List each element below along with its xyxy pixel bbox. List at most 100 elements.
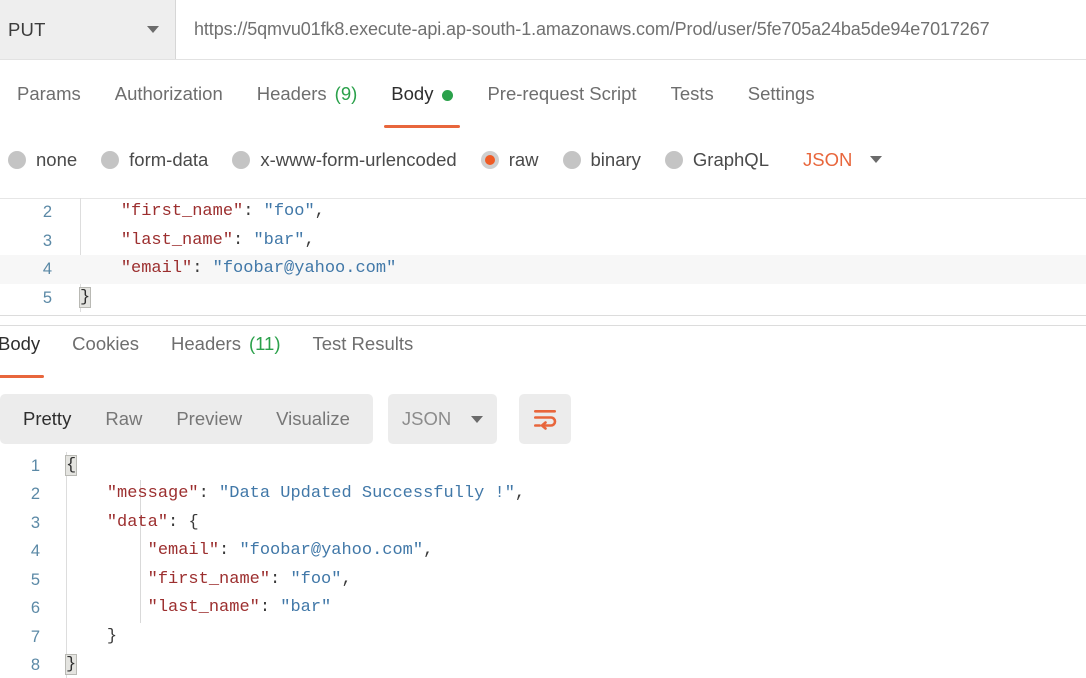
request-tab-headers[interactable]: Headers(9) bbox=[240, 81, 375, 128]
request-tab-params[interactable]: Params bbox=[0, 81, 98, 128]
json-punctuation: , bbox=[341, 570, 351, 589]
active-tab-underline bbox=[384, 125, 460, 128]
word-wrap-button[interactable] bbox=[519, 394, 571, 444]
code-line: 4 "email": "foobar@yahoo.com" bbox=[0, 255, 1086, 284]
code-line-text: "first_name": "foo", bbox=[66, 198, 325, 227]
request-tab-body[interactable]: Body bbox=[374, 81, 470, 128]
request-code-area[interactable]: 2 "first_name": "foo",3 "last_name": "ba… bbox=[0, 198, 1086, 312]
url-bar: PUT https://5qmvu01fk8.execute-api.ap-so… bbox=[0, 0, 1086, 59]
code-line: 5} bbox=[0, 284, 1086, 313]
json-punctuation: , bbox=[515, 484, 525, 503]
request-tab-pre-request-script[interactable]: Pre-request Script bbox=[470, 81, 653, 128]
code-line-text: "email": "foobar@yahoo.com", bbox=[52, 537, 433, 566]
body-present-indicator-icon bbox=[442, 90, 453, 101]
request-tab-authorization[interactable]: Authorization bbox=[98, 81, 240, 128]
radio-label: x-www-form-urlencoded bbox=[260, 149, 456, 171]
response-body-viewer[interactable]: 1{2 "message": "Data Updated Successfull… bbox=[0, 452, 1086, 678]
code-line: 8} bbox=[0, 652, 1086, 678]
line-number: 5 bbox=[0, 284, 66, 313]
tab-label: Tests bbox=[671, 83, 714, 105]
tab-label: Params bbox=[17, 83, 81, 105]
url-bar-divider bbox=[0, 59, 1086, 60]
line-number: 2 bbox=[0, 480, 52, 509]
response-tab-cookies[interactable]: Cookies bbox=[56, 332, 155, 378]
json-value: "foobar@yahoo.com" bbox=[239, 541, 423, 560]
view-mode-visualize[interactable]: Visualize bbox=[259, 394, 367, 444]
code-line-text: } bbox=[52, 651, 76, 678]
radio-label: binary bbox=[591, 149, 641, 171]
body-type-radio-graphql[interactable]: GraphQL bbox=[657, 149, 777, 171]
request-body-editor[interactable]: 2 "first_name": "foo",3 "last_name": "ba… bbox=[0, 198, 1086, 315]
code-line: 7 } bbox=[0, 623, 1086, 652]
tab-label: Test Results bbox=[312, 333, 413, 355]
response-code-area[interactable]: 1{2 "message": "Data Updated Successfull… bbox=[0, 452, 1086, 678]
matched-brace: { bbox=[66, 456, 76, 475]
json-colon: : bbox=[260, 598, 280, 617]
code-line: 1{ bbox=[0, 452, 1086, 481]
radio-label: GraphQL bbox=[693, 149, 769, 171]
radio-unchecked-icon bbox=[232, 151, 250, 169]
response-tab-body[interactable]: Body bbox=[0, 332, 56, 378]
postman-request-response-view: PUT https://5qmvu01fk8.execute-api.ap-so… bbox=[0, 0, 1086, 678]
code-line: 5 "first_name": "foo", bbox=[0, 566, 1086, 595]
radio-label: raw bbox=[509, 149, 539, 171]
tab-label: Settings bbox=[748, 83, 815, 105]
raw-format-value: JSON bbox=[803, 149, 852, 171]
body-type-radio-none[interactable]: none bbox=[0, 149, 85, 171]
pane-split-divider[interactable] bbox=[0, 315, 1086, 326]
view-mode-pretty[interactable]: Pretty bbox=[6, 394, 88, 444]
matched-brace: } bbox=[66, 655, 76, 674]
code-line-text: { bbox=[52, 452, 76, 481]
response-tab-headers[interactable]: Headers(11) bbox=[155, 332, 296, 378]
code-line-text: } bbox=[66, 284, 90, 313]
url-value: https://5qmvu01fk8.execute-api.ap-south-… bbox=[194, 19, 990, 40]
request-body-type-row: none form-data x-www-form-urlencoded raw bin… bbox=[0, 137, 1086, 182]
json-colon: : bbox=[219, 541, 239, 560]
radio-checked-icon bbox=[481, 151, 499, 169]
body-type-radio-binary[interactable]: binary bbox=[555, 149, 649, 171]
code-line: 2 "first_name": "foo", bbox=[0, 198, 1086, 227]
view-mode-raw[interactable]: Raw bbox=[88, 394, 159, 444]
response-view-mode-group: PrettyRawPreviewVisualize bbox=[0, 394, 373, 444]
view-mode-preview[interactable]: Preview bbox=[159, 394, 259, 444]
line-number: 4 bbox=[0, 537, 52, 566]
request-tabs: Params AuthorizationHeaders(9)BodyPre-req… bbox=[0, 81, 1086, 128]
request-tab-settings[interactable]: Settings bbox=[731, 81, 832, 128]
request-tab-tests[interactable]: Tests bbox=[654, 81, 731, 128]
line-number: 7 bbox=[0, 623, 52, 652]
json-value: "foo" bbox=[264, 202, 315, 221]
code-line: 6 "last_name": "bar" bbox=[0, 595, 1086, 624]
line-number: 3 bbox=[0, 227, 66, 256]
radio-unchecked-icon bbox=[101, 151, 119, 169]
chevron-down-icon bbox=[147, 26, 159, 33]
json-colon: : bbox=[233, 231, 253, 250]
tab-label: Body bbox=[0, 333, 40, 355]
json-colon: : bbox=[192, 259, 212, 278]
code-line-text: "last_name": "bar" bbox=[52, 594, 331, 623]
code-line: 3 "last_name": "bar", bbox=[0, 227, 1086, 256]
radio-label: none bbox=[36, 149, 77, 171]
http-method-select[interactable]: PUT bbox=[0, 0, 175, 59]
json-key: "last_name" bbox=[121, 231, 233, 250]
url-input[interactable]: https://5qmvu01fk8.execute-api.ap-south-… bbox=[176, 0, 1086, 59]
code-line-text: "message": "Data Updated Successfully !"… bbox=[52, 480, 525, 509]
radio-label: form-data bbox=[129, 149, 208, 171]
response-format-value: JSON bbox=[402, 408, 451, 430]
body-type-radio-raw[interactable]: raw bbox=[473, 149, 547, 171]
active-tab-underline bbox=[0, 375, 44, 378]
response-tabs: Body CookiesHeaders(11) Test Results bbox=[0, 332, 1086, 378]
raw-format-select[interactable]: JSON bbox=[803, 149, 882, 171]
json-key: "message" bbox=[107, 484, 199, 503]
json-punctuation: , bbox=[423, 541, 433, 560]
code-line-text: } bbox=[52, 623, 117, 652]
line-number: 4 bbox=[0, 255, 66, 284]
response-format-select[interactable]: JSON bbox=[388, 394, 497, 444]
radio-unchecked-icon bbox=[8, 151, 26, 169]
json-key: "first_name" bbox=[121, 202, 243, 221]
json-punctuation: } bbox=[107, 627, 117, 646]
body-type-radio-x-www-form-urlencoded[interactable]: x-www-form-urlencoded bbox=[224, 149, 464, 171]
body-type-radio-form-data[interactable]: form-data bbox=[93, 149, 216, 171]
json-punctuation: { bbox=[188, 513, 198, 532]
response-tab-test-results[interactable]: Test Results bbox=[296, 332, 429, 378]
code-line: 2 "message": "Data Updated Successfully … bbox=[0, 481, 1086, 510]
